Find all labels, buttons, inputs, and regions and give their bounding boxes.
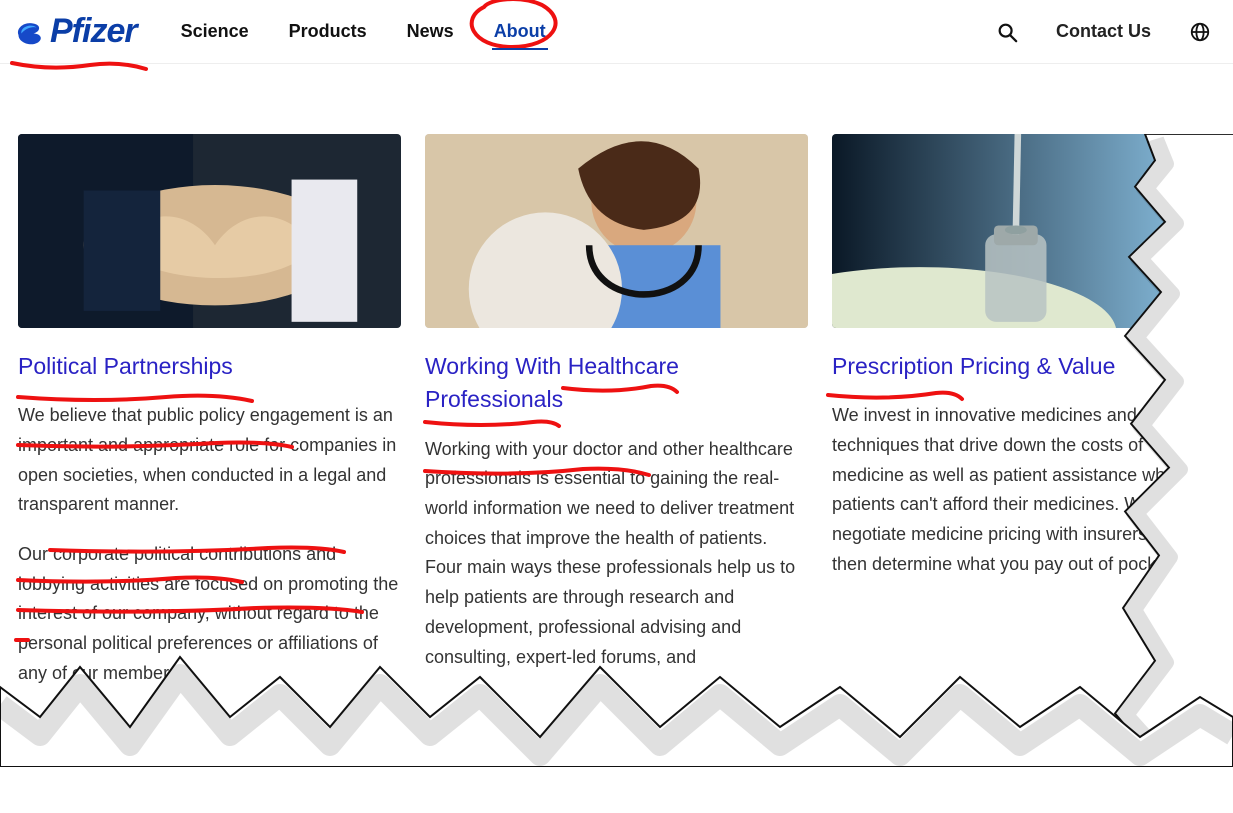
search-icon[interactable]: [996, 21, 1018, 43]
pfizer-swirl-icon: [14, 17, 44, 47]
card-body: Working with your doctor and other healt…: [425, 435, 808, 673]
card-healthcare-professionals: Working With Healthcare Professionals Wo…: [425, 134, 808, 709]
brand-name: Pfizer: [44, 12, 137, 51]
nav-item-products[interactable]: Products: [287, 15, 369, 48]
card-political-partnerships: Political Partnerships We believe that p…: [18, 134, 401, 709]
card-body-text: Our corporate political contributions an…: [18, 544, 398, 683]
card-title-link[interactable]: Prescription Pricing & Value: [832, 350, 1215, 383]
card-image: [425, 134, 808, 328]
card-body: Our corporate political contributions an…: [18, 540, 401, 688]
card-title-link[interactable]: Political Partnerships: [18, 350, 401, 383]
nav-item-news[interactable]: News: [405, 15, 456, 48]
brand-logo[interactable]: Pfizer: [14, 12, 137, 51]
card-image: [18, 134, 401, 328]
card-image: [832, 134, 1215, 328]
card-body: We believe that public policy engagement…: [18, 401, 401, 520]
site-header: Pfizer Science Products News About: [0, 0, 1233, 64]
card-prescription-pricing: Prescription Pricing & Value We invest i…: [832, 134, 1215, 709]
contact-link[interactable]: Contact Us: [1056, 21, 1151, 42]
main-nav: Science Products News About: [179, 15, 548, 48]
card-title-link[interactable]: Working With Healthcare Professionals: [425, 350, 808, 417]
nav-item-about[interactable]: About: [492, 15, 548, 48]
nav-item-science[interactable]: Science: [179, 15, 251, 48]
globe-icon[interactable]: [1189, 21, 1211, 43]
card-grid: Political Partnerships We believe that p…: [0, 64, 1233, 749]
card-body-text: Working with your doctor and other healt…: [425, 439, 795, 667]
card-body: We invest in innovative medicines and te…: [832, 401, 1215, 579]
header-right: Contact Us: [996, 21, 1211, 43]
card-body-text: We believe that public policy engagement…: [18, 405, 396, 514]
